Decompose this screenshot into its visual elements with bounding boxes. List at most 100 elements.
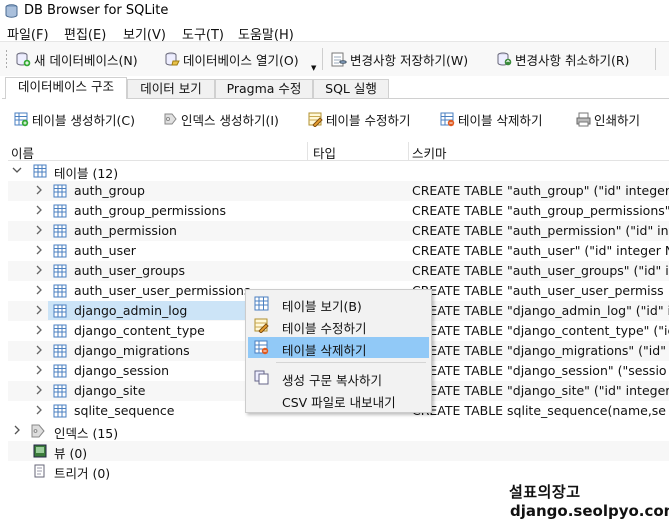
write-changes-button[interactable]: 변경사항 저장하기(W) [331, 49, 468, 69]
chevron-right-icon[interactable] [34, 285, 44, 295]
context-copy-create-statement[interactable]: 생성 구문 복사하기 [248, 367, 429, 388]
tree-group-tables[interactable]: 테이블 (12) [8, 161, 669, 181]
create-table-button[interactable]: 테이블 생성하기(C) [14, 110, 135, 128]
column-header-type[interactable]: 타입 [313, 143, 336, 162]
table-row[interactable]: auth_user CREATE TABLE "auth_user" ("id" … [8, 241, 669, 261]
create-index-icon [164, 113, 177, 124]
table-name: auth_group [74, 183, 145, 198]
table-icon [53, 244, 67, 258]
toolbar-grip[interactable] [5, 49, 8, 69]
column-header-name[interactable]: 이름 [11, 143, 34, 162]
context-modify-table[interactable]: 테이블 수정하기 [248, 315, 429, 336]
tab-browse-data[interactable]: 데이터 보기 [127, 79, 215, 98]
chevron-right-icon[interactable] [34, 265, 44, 275]
print-label: 인쇄하기 [594, 112, 641, 128]
table-icon [53, 224, 67, 238]
chevron-right-icon[interactable] [34, 205, 44, 215]
write-changes-label: 변경사항 저장하기(W) [350, 52, 469, 68]
tab-edit-pragmas[interactable]: Pragma 수정 [215, 79, 313, 98]
new-database-label: 새 데이터베이스(N) [34, 52, 138, 68]
context-export-csv[interactable]: CSV 파일로 내보내기 [248, 389, 429, 410]
tree-group-indices[interactable]: 인덱스 (15) [8, 421, 669, 441]
revert-changes-icon [497, 52, 512, 66]
views-group-label: 뷰 (0) [54, 446, 88, 461]
create-index-button[interactable]: 인덱스 생성하기(I) [163, 110, 279, 128]
delete-table-button[interactable]: 테이블 삭제하기 [440, 110, 542, 128]
tree-header: 이름 타입 스키마 [8, 142, 669, 161]
schema-cell: CREATE TABLE "auth_permission" ("id" int [412, 221, 669, 241]
toolbar-separator [322, 48, 323, 70]
table-icon [53, 364, 67, 378]
table-schema: CREATE TABLE "django_content_type" ("ic [412, 323, 669, 338]
table-icon [53, 204, 67, 218]
delete-table-icon [440, 112, 455, 126]
delete-table-label: 테이블 삭제하기 [458, 112, 543, 128]
chevron-right-icon[interactable] [34, 385, 44, 395]
tab-execute-sql[interactable]: SQL 실행 [313, 79, 389, 98]
schema-cell: CREATE TABLE "django_session" ("sessio [412, 361, 669, 381]
table-name: auth_permission [74, 223, 177, 238]
column-header-schema[interactable]: 스키마 [412, 143, 447, 162]
table-name: sqlite_sequence [74, 403, 175, 418]
chevron-right-icon[interactable] [34, 245, 44, 255]
schema-cell: CREATE TABLE "django_site" ("id" integer [412, 381, 669, 401]
open-database-button[interactable]: 데이터베이스 열기(O) [164, 49, 299, 69]
watermark-url: django.seolpyo.com [510, 502, 669, 520]
table-schema: CREATE TABLE "django_site" ("id" integer [412, 383, 669, 398]
watermark-title: 설표의장고 [509, 483, 581, 501]
column-divider[interactable] [408, 142, 409, 160]
table-name: django_migrations [74, 343, 190, 358]
schema-cell: CREATE TABLE "auth_group" ("id" integer [412, 181, 669, 201]
toolbar-separator-right [655, 48, 656, 70]
modify-table-button[interactable]: 테이블 수정하기 [308, 110, 410, 128]
table-row[interactable]: auth_group_permissions CREATE TABLE "auth… [8, 201, 669, 221]
schema-cell: CREATE TABLE "django_migrations" ("id" i [412, 341, 669, 361]
table-schema: CREATE TABLE "django_session" ("sessio [412, 363, 667, 378]
context-export-csv-label: CSV 파일로 내보내기 [282, 395, 396, 410]
chevron-right-icon[interactable] [34, 405, 44, 415]
revert-changes-button[interactable]: 변경사항 취소하기(R) [496, 49, 629, 69]
table-row[interactable]: auth_group CREATE TABLE "auth_group" ("id… [8, 181, 669, 201]
table-schema: CREATE TABLE "auth_group" ("id" integer [412, 183, 669, 198]
create-table-label: 테이블 생성하기(C) [32, 112, 135, 128]
open-database-dropdown-arrow-icon[interactable]: ▼ [311, 64, 316, 72]
table-icon [53, 404, 67, 418]
context-delete-table[interactable]: 테이블 삭제하기 [248, 337, 429, 358]
chevron-right-icon[interactable] [34, 325, 44, 335]
table-name: auth_user [74, 243, 136, 258]
tab-database-structure[interactable]: 데이터베이스 구조 [5, 77, 127, 99]
schema-cell: CREATE TABLE "auth_user_groups" ("id" i [412, 261, 669, 281]
chevron-right-icon[interactable] [34, 345, 44, 355]
tree-group-triggers[interactable]: 트리거 (0) [8, 461, 669, 481]
trigger-icon [34, 464, 45, 478]
table-schema: CREATE TABLE "auth_permission" ("id" int [412, 223, 669, 238]
context-menu: 테이블 보기(B) 테이블 수정하기 테이블 삭제하기 생성 구문 복사하기 C… [245, 289, 432, 413]
view-icon [33, 444, 47, 458]
schema-cell: CREATE TABLE "auth_user" ("id" integer N [412, 241, 669, 261]
chevron-right-icon[interactable] [12, 425, 22, 435]
column-divider[interactable] [307, 142, 308, 160]
table-row[interactable]: auth_user_groups CREATE TABLE "auth_user_… [8, 261, 669, 281]
write-changes-icon [331, 52, 347, 67]
menu-bar: 파일(F) 편집(E) 보기(V) 도구(T) 도움말(H) [0, 22, 669, 43]
schema-cell: CREATE TABLE "auth_group_permissions" [412, 201, 669, 221]
chevron-right-icon[interactable] [34, 365, 44, 375]
chevron-right-icon[interactable] [34, 225, 44, 235]
indices-group-label: 인덱스 (15) [54, 426, 119, 441]
table-row[interactable]: auth_permission CREATE TABLE "auth_permis… [8, 221, 669, 241]
chevron-down-icon[interactable] [12, 165, 22, 175]
table-name: django_admin_log [74, 303, 188, 318]
context-browse-table[interactable]: 테이블 보기(B) [248, 293, 429, 314]
chevron-right-icon[interactable] [34, 185, 44, 195]
table-name: django_session [74, 363, 170, 378]
table-name: auth_user_user_permissions [74, 283, 251, 298]
tree-group-views[interactable]: 뷰 (0) [8, 441, 669, 461]
chevron-right-icon[interactable] [34, 305, 44, 315]
table-schema: CREATE TABLE "auth_user" ("id" integer N [412, 243, 669, 258]
print-button[interactable]: 인쇄하기 [576, 110, 640, 128]
revert-changes-label: 변경사항 취소하기(R) [515, 52, 630, 68]
table-schema: CREATE TABLE sqlite_sequence(name,se [412, 403, 666, 418]
printer-icon [576, 112, 591, 126]
table-icon [53, 384, 67, 398]
new-database-button[interactable]: 새 데이터베이스(N) [15, 49, 138, 69]
